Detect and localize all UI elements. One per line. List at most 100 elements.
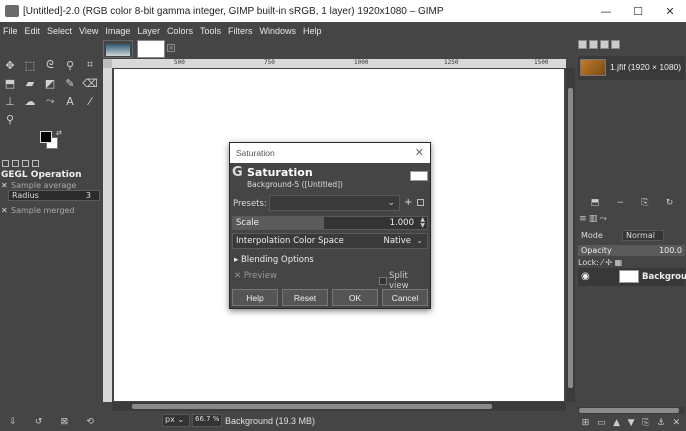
paths-tool-icon[interactable]: ⤳ [42,94,58,108]
menu-layer[interactable]: Layer [137,26,160,36]
fuzzy-select-icon[interactable]: ⚲ [62,58,78,72]
menu-help[interactable]: Help [303,26,322,36]
reset-options-icon[interactable]: ⟲ [86,417,94,427]
visibility-eye-icon[interactable]: ◉ [581,271,590,282]
scale-slider[interactable]: Scale 1.000 ▲ ▼ [232,216,428,230]
sample-merged-checkbox[interactable]: ✕ [1,207,8,215]
ruler-corner[interactable] [103,59,112,68]
presets-menu-icon[interactable] [417,199,424,206]
crop-tool-icon[interactable]: ⌗ [82,58,98,72]
menu-colors[interactable]: Colors [167,26,193,36]
scale-spin-icon[interactable]: ▲ ▼ [420,217,425,229]
delete-layer-icon[interactable]: ✕ [673,418,681,428]
image-tab-1[interactable] [103,40,133,58]
anchor-layer-icon[interactable]: ⚓ [657,418,665,428]
lower-layer-icon[interactable]: ▼ [628,418,635,428]
layers-scrollbar[interactable] [578,407,685,414]
unit-selector[interactable]: px ⌄ [162,414,190,427]
menu-filters[interactable]: Filters [228,26,253,36]
lasso-select-icon[interactable]: ᘓ [42,58,58,72]
fonts-tab-icon[interactable] [600,40,609,49]
canvas-horizontal-scrollbar[interactable] [112,402,566,411]
help-button[interactable]: Help [232,289,278,306]
text-tool-icon[interactable]: A [62,94,78,108]
zoom-selector[interactable]: 66.7 % [192,414,222,427]
menu-file[interactable]: File [3,26,18,36]
swap-colors-icon[interactable]: ⇄ [56,129,62,137]
presets-combo[interactable]: ⌄ [269,195,400,211]
sample-average-row[interactable]: ✕ Sample average [1,181,76,190]
eraser-icon[interactable]: ⌫ [82,76,98,90]
opacity-slider[interactable]: Opacity 100.0 [578,245,685,256]
split-view-checkbox[interactable] [379,277,387,285]
hscroll-thumb[interactable] [132,404,492,409]
new-layer-icon[interactable]: ⊞ [582,418,590,428]
ruler-horizontal[interactable]: 500 750 1000 1250 1500 [112,59,566,68]
undo-history-tab-icon[interactable] [22,159,29,167]
paths-tab-icon[interactable]: ⤳ [600,214,607,224]
reset-button[interactable]: Reset [282,289,328,306]
preview-checkbox[interactable]: ✕ [234,271,244,281]
mode-select[interactable]: Normal [622,230,664,241]
close-button[interactable]: ✕ [654,0,686,22]
menu-select[interactable]: Select [47,26,72,36]
vscroll-thumb[interactable] [568,88,573,388]
channels-tab-icon[interactable]: ▥ [589,214,598,224]
image-tab-2[interactable] [137,40,165,58]
layers-tab-icon[interactable]: ≡ [579,214,587,224]
dialog-titlebar[interactable]: Saturation ✕ [230,143,430,163]
open-image-icon[interactable]: ⬒ [591,198,600,208]
transform-tool-icon[interactable]: ⬒ [2,76,18,90]
patterns-tab-icon[interactable] [589,40,598,49]
images-tab-icon[interactable] [32,159,39,167]
interpolation-color-space-select[interactable]: Interpolation Color Space Native ⌄ [232,233,428,249]
move-tool-icon[interactable]: ✥ [2,58,18,72]
ruler-vertical[interactable] [103,68,112,402]
add-preset-icon[interactable]: + [404,197,412,208]
radius-spinner[interactable]: Radius 3 [8,190,100,201]
refresh-image-icon[interactable]: ↻ [666,198,674,208]
device-status-tab-icon[interactable] [12,159,19,167]
restore-options-icon[interactable]: ↺ [35,417,43,427]
clone-tool-icon[interactable]: ⊥ [2,94,18,108]
cancel-button[interactable]: Cancel [382,289,428,306]
bucket-fill-icon[interactable]: ◩ [42,76,58,90]
rect-select-icon[interactable]: ⬚ [22,58,38,72]
menu-tools[interactable]: Tools [200,26,221,36]
foreground-color[interactable] [40,131,52,143]
canvas-vertical-scrollbar[interactable] [566,68,575,402]
menu-image[interactable]: Image [105,26,130,36]
images-tab-icon[interactable] [611,40,620,49]
split-view-toggle[interactable]: Split view [379,271,430,291]
layers-scroll-thumb[interactable] [579,408,679,413]
menu-windows[interactable]: Windows [259,26,296,36]
new-group-icon[interactable]: ▭ [597,418,606,428]
image-list-item[interactable]: 1.jfif (1920 × 1080) [578,56,685,80]
menu-view[interactable]: View [79,26,98,36]
remove-image-icon[interactable]: − [616,198,624,208]
paintbrush-icon[interactable]: ✎ [62,76,78,90]
warp-tool-icon[interactable]: ▰ [22,76,38,90]
preview-toggle[interactable]: ✕ Preview [234,271,277,281]
duplicate-image-icon[interactable]: ⎘ [641,198,648,208]
color-picker-icon[interactable]: ⁄ [82,94,98,108]
dialog-close-icon[interactable]: ✕ [415,146,424,159]
brushes-tab-icon[interactable] [578,40,587,49]
zoom-tool-icon[interactable]: ⚲ [2,112,18,126]
save-options-icon[interactable]: ⇩ [9,417,17,427]
sample-average-checkbox[interactable]: ✕ [1,182,8,190]
lock-alpha-icon[interactable]: ▦ [615,258,623,267]
duplicate-layer-icon[interactable]: ⎘ [642,418,649,428]
sample-merged-row[interactable]: ✕ Sample merged [1,206,74,215]
tab-close-icon[interactable]: × [167,44,175,52]
raise-layer-icon[interactable]: ▲ [613,418,620,428]
tool-options-tab-icon[interactable] [2,159,9,167]
ok-button[interactable]: OK [332,289,378,306]
maximize-button[interactable]: ☐ [622,0,654,22]
minimize-button[interactable]: — [590,0,622,22]
smudge-tool-icon[interactable]: ☁ [22,94,38,108]
delete-options-icon[interactable]: ⊠ [61,417,69,427]
lock-position-icon[interactable]: ✢ [605,258,614,267]
layer-item[interactable]: ◉ Background [578,268,686,286]
blending-options-expander[interactable]: ▸ Blending Options [234,255,314,265]
